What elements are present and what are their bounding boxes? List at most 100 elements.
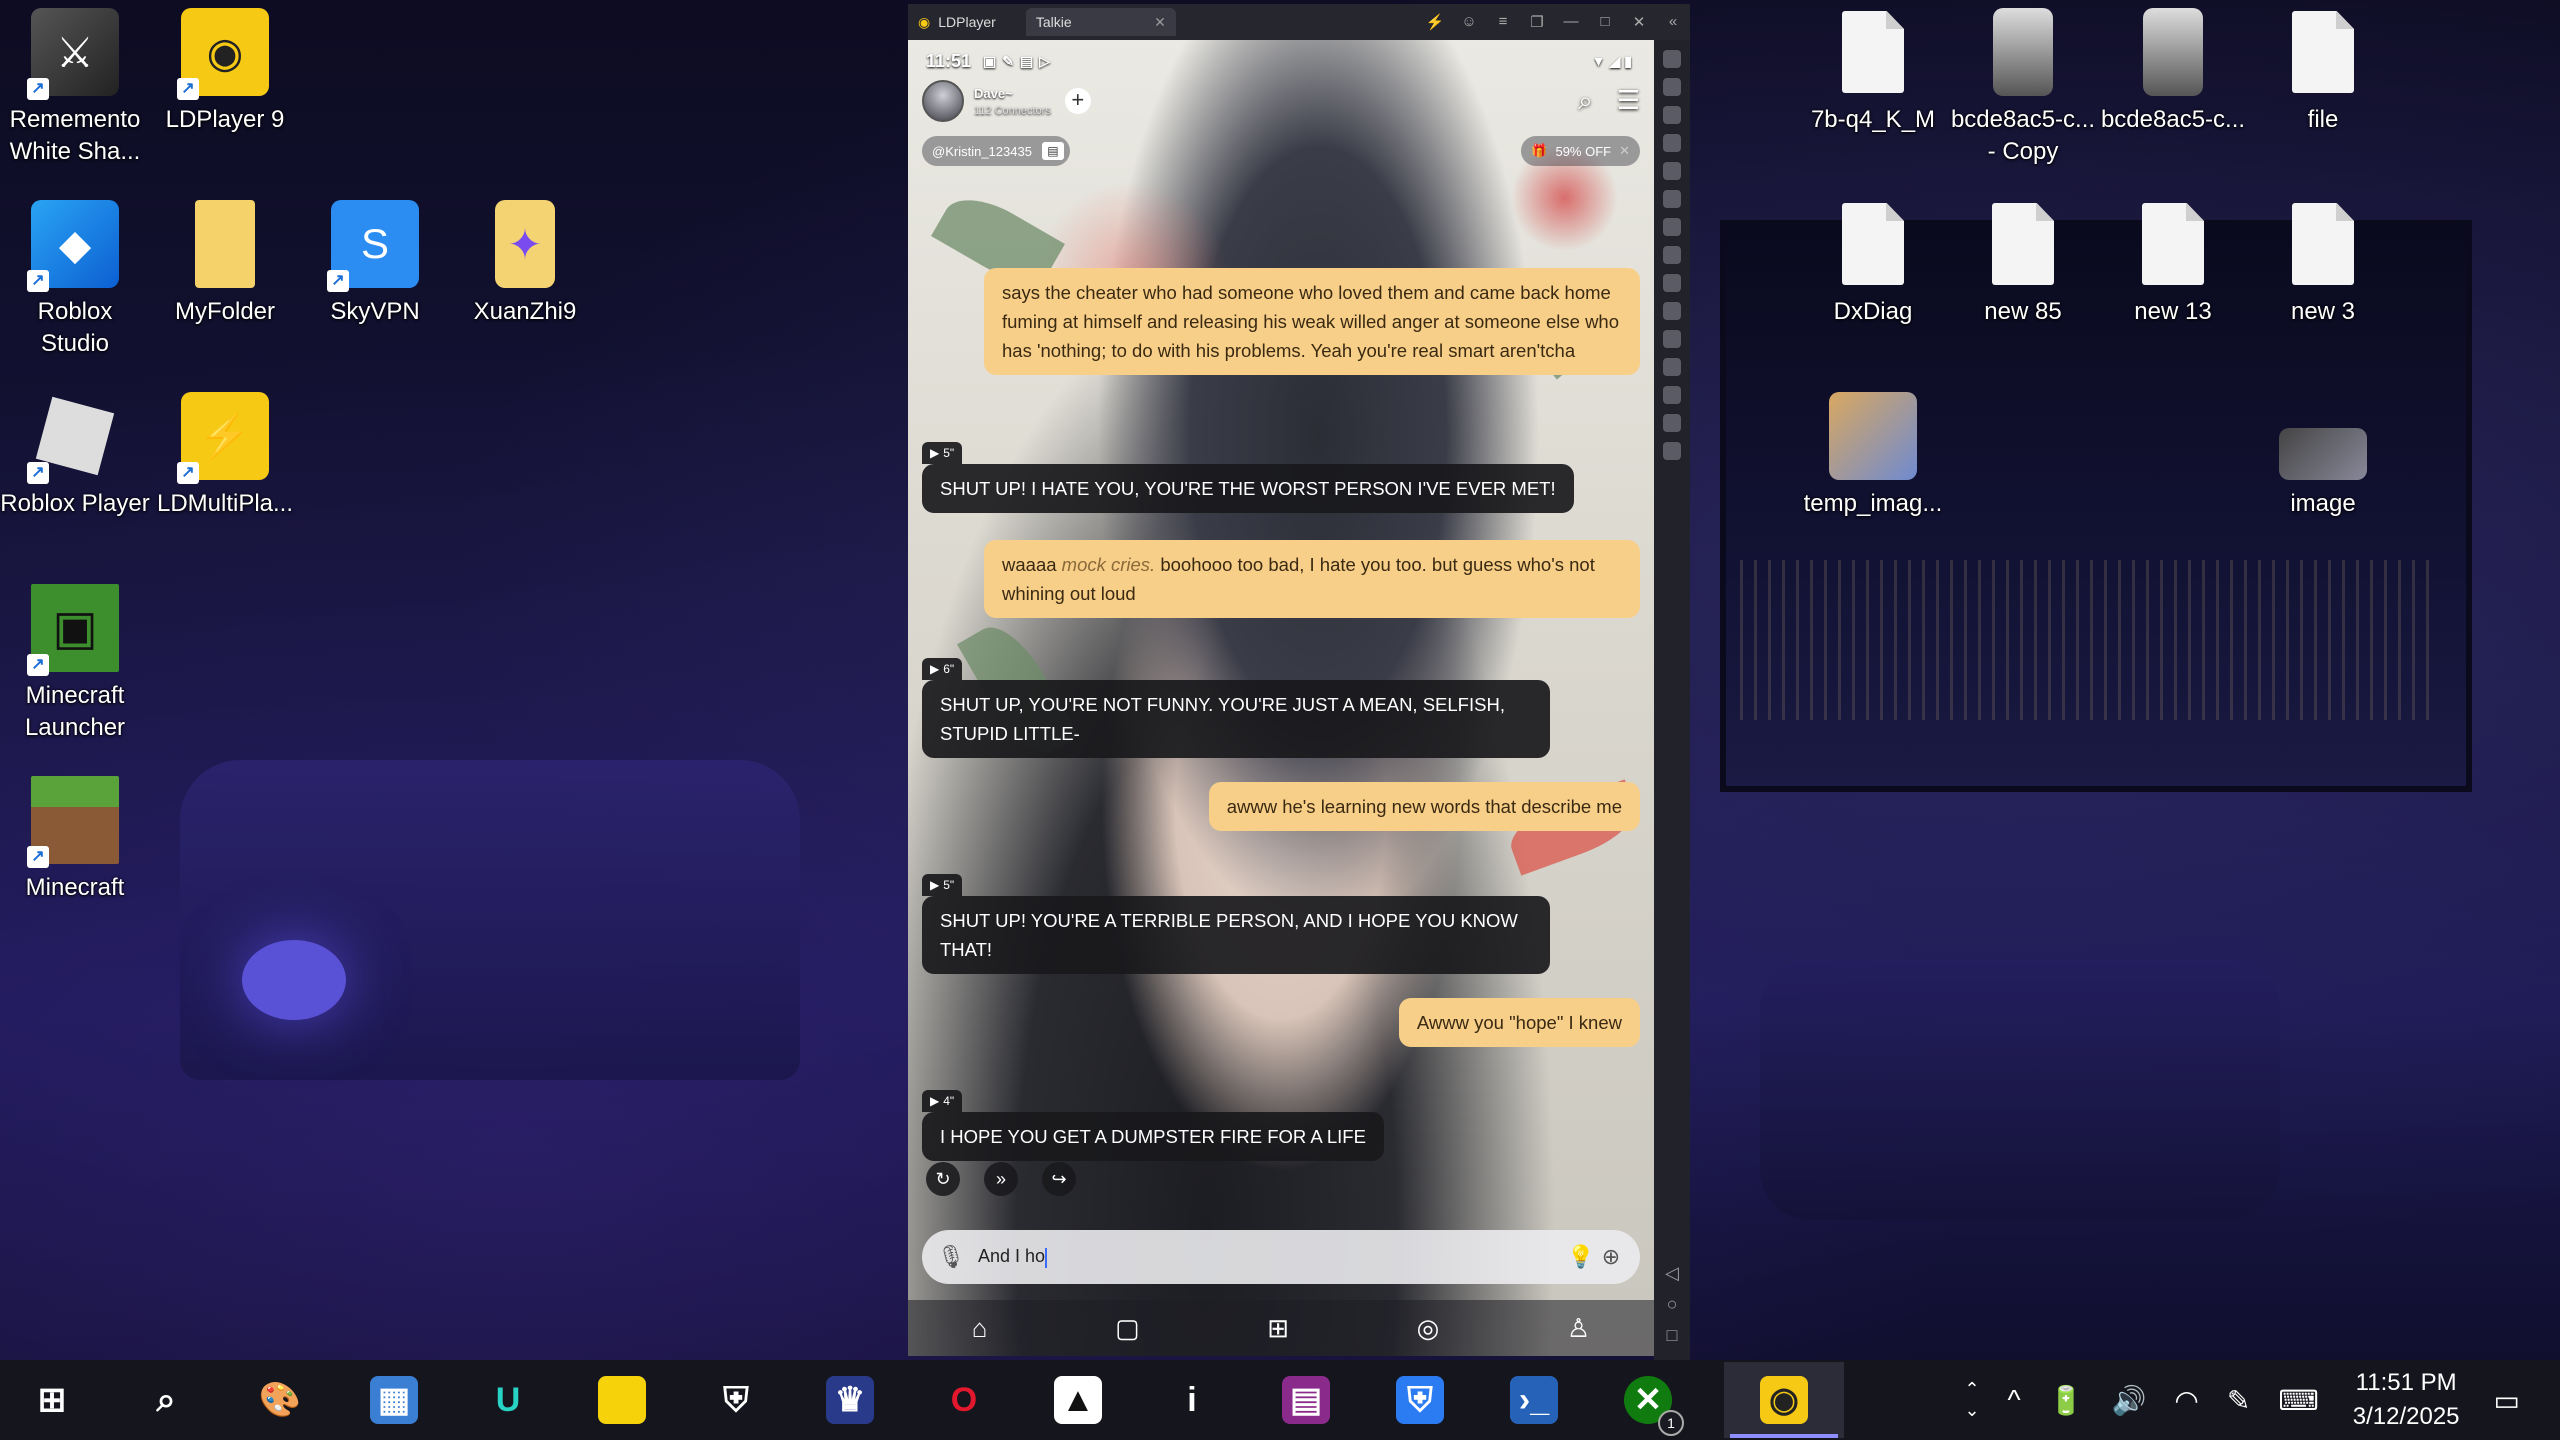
voice-play-button[interactable]: ▶ 5" bbox=[922, 442, 963, 464]
keyboard-icon[interactable] bbox=[1663, 78, 1681, 96]
wifi-icon[interactable]: ◠ bbox=[2174, 1384, 2198, 1417]
taskbar-winrar[interactable]: ▤ bbox=[1268, 1362, 1344, 1438]
taskbar-powershell[interactable]: ›_ bbox=[1496, 1362, 1572, 1438]
promo-badge[interactable]: 🎁 59% OFF ✕ bbox=[1521, 136, 1640, 166]
bot-message[interactable]: SHUT UP, YOU'RE NOT FUNNY. YOU'RE JUST A… bbox=[922, 680, 1550, 758]
emulator-titlebar[interactable]: ◉ LDPlayer Talkie ✕ ⚡ ☺ ≡ ❐ — □ ✕ « bbox=[908, 4, 1690, 40]
desktop-file-file[interactable]: file bbox=[2248, 8, 2398, 136]
restore-icon[interactable]: ❐ bbox=[1520, 13, 1554, 31]
desktop-icon-xuanzhi[interactable]: ✦ XuanZhi9 bbox=[450, 200, 600, 328]
desktop-icon-minecraft[interactable]: ↗ Minecraft bbox=[0, 776, 150, 904]
desktop-icon-ldmultiplayer[interactable]: ⚡ ↗ LDMultiPla... bbox=[150, 392, 300, 520]
taskbar-xbox[interactable]: ✕ 1 bbox=[1610, 1362, 1686, 1438]
desktop-file-bcde-copy[interactable]: bcde8ac5-c... - Copy bbox=[1948, 8, 2098, 168]
search-icon[interactable]: ⌕ bbox=[1578, 85, 1593, 117]
chat-card-icon[interactable]: ▤ bbox=[1041, 142, 1064, 160]
user-message[interactable]: awww he's learning new words that descri… bbox=[1208, 782, 1640, 831]
video-icon[interactable] bbox=[1663, 302, 1681, 320]
scissors-icon[interactable] bbox=[1663, 274, 1681, 292]
back-icon[interactable]: ◁ bbox=[1665, 1263, 1679, 1284]
nav-create-icon[interactable]: ⊞ bbox=[1267, 1313, 1289, 1344]
close-tab-icon[interactable]: ✕ bbox=[1154, 14, 1166, 31]
battery-icon[interactable]: 🔋 bbox=[2049, 1384, 2084, 1417]
nav-home-icon[interactable]: ⌂ bbox=[972, 1313, 988, 1344]
taskbar-paint[interactable]: 🎨 bbox=[242, 1362, 318, 1438]
install-apk-icon[interactable] bbox=[1663, 246, 1681, 264]
voice-play-button[interactable]: ▶ 4" bbox=[922, 1090, 963, 1112]
taskbar-opera[interactable]: O bbox=[926, 1362, 1002, 1438]
nav-chat-icon[interactable]: ▢ bbox=[1115, 1313, 1140, 1344]
recents-icon[interactable]: □ bbox=[1667, 1325, 1678, 1346]
more-icon[interactable] bbox=[1663, 442, 1681, 460]
regenerate-icon[interactable]: ↻ bbox=[926, 1162, 960, 1196]
maximize-icon[interactable]: □ bbox=[1588, 13, 1622, 31]
desktop-icon-myfolder[interactable]: MyFolder bbox=[150, 200, 300, 328]
message-input-bar[interactable]: 🎙 And I ho 💡 ⊕ bbox=[922, 1230, 1640, 1284]
desktop-file-image[interactable]: image bbox=[2248, 392, 2398, 520]
desktop-file-new85[interactable]: new 85 bbox=[1948, 200, 2098, 328]
tab-talkie[interactable]: Talkie ✕ bbox=[1025, 8, 1176, 36]
nav-profile-icon[interactable]: ♙ bbox=[1567, 1313, 1590, 1344]
user-message[interactable]: waaaa mock cries. boohooo too bad, I hat… bbox=[984, 540, 1640, 618]
pen-icon[interactable]: ✎ bbox=[2227, 1384, 2250, 1417]
hint-bulb-icon[interactable]: 💡 bbox=[1566, 1244, 1596, 1270]
start-button[interactable]: ⊞ bbox=[14, 1362, 90, 1438]
menu-icon[interactable]: ☰ bbox=[1617, 85, 1640, 117]
voice-play-button[interactable]: ▶ 6" bbox=[922, 658, 963, 680]
notifications-icon[interactable]: ▭ bbox=[2494, 1384, 2520, 1417]
close-promo-icon[interactable]: ✕ bbox=[1619, 143, 1630, 159]
taskbar-search[interactable]: ⌕ bbox=[128, 1362, 204, 1438]
operation-icon[interactable] bbox=[1663, 330, 1681, 348]
minimize-icon[interactable]: — bbox=[1554, 13, 1588, 31]
desktop-file-dxdiag[interactable]: DxDiag bbox=[1798, 200, 1948, 328]
volume-down-icon[interactable] bbox=[1663, 134, 1681, 152]
taskbar-inkscape[interactable]: ▲ bbox=[1040, 1362, 1116, 1438]
taskbar-security[interactable]: ⛨ bbox=[698, 1362, 774, 1438]
settings-icon[interactable] bbox=[1663, 50, 1681, 68]
menu-icon[interactable]: ≡ bbox=[1486, 13, 1520, 31]
user-message[interactable]: says the cheater who had someone who lov… bbox=[984, 268, 1640, 375]
follow-plus-button[interactable]: + bbox=[1064, 88, 1091, 114]
desktop-file-bcde[interactable]: bcde8ac5-c... bbox=[2098, 8, 2248, 136]
location-icon[interactable] bbox=[1663, 414, 1681, 432]
desktop-icon-roblox-studio[interactable]: ◆ ↗ Roblox Studio bbox=[0, 200, 150, 360]
taskbar-u-app[interactable]: U bbox=[470, 1362, 546, 1438]
voice-play-button[interactable]: ▶ 5" bbox=[922, 874, 963, 896]
desktop-icon-minecraft-launcher[interactable]: ▣ ↗ Minecraft Launcher bbox=[0, 584, 150, 744]
bot-message[interactable]: SHUT UP! YOU'RE A TERRIBLE PERSON, AND I… bbox=[922, 896, 1550, 974]
desktop-icon-roblox-player[interactable]: ↗ Roblox Player bbox=[0, 392, 150, 520]
message-input[interactable]: And I ho bbox=[978, 1246, 1566, 1268]
user-message[interactable]: Awww you "hope" I knew bbox=[1398, 998, 1640, 1047]
taskbar-control-panel[interactable]: ▦ bbox=[356, 1362, 432, 1438]
avatar[interactable] bbox=[922, 80, 964, 122]
character-info[interactable]: Dave~ 112 Connectors bbox=[974, 86, 1051, 117]
overflow-scroll-icon[interactable]: ⌃ ⌄ bbox=[1964, 1379, 1979, 1421]
multi-instance-icon[interactable] bbox=[1663, 218, 1681, 236]
bot-message[interactable]: SHUT UP! I HATE YOU, YOU'RE THE WORST PE… bbox=[922, 464, 1574, 513]
desktop-icon-rememento[interactable]: ⚔ ↗ Rememento White Sha... bbox=[0, 8, 150, 168]
taskbar-game[interactable]: ♛ bbox=[812, 1362, 888, 1438]
sync-icon[interactable] bbox=[1663, 358, 1681, 376]
desktop-file-7b-q4[interactable]: 7b-q4_K_M bbox=[1798, 8, 1948, 136]
desktop-icon-skyvpn[interactable]: S ↗ SkyVPN bbox=[300, 200, 450, 328]
shared-folder-icon[interactable] bbox=[1663, 386, 1681, 404]
nav-explore-icon[interactable]: ◎ bbox=[1417, 1313, 1440, 1344]
desktop-file-temp-image[interactable]: temp_imag... bbox=[1798, 392, 1948, 520]
show-hidden-icons-icon[interactable]: ^ bbox=[2008, 1384, 2021, 1416]
share-icon[interactable]: ↪ bbox=[1042, 1162, 1076, 1196]
close-icon[interactable]: ✕ bbox=[1622, 13, 1656, 31]
tab-ldplayer[interactable]: ◉ LDPlayer bbox=[908, 8, 1006, 36]
add-icon[interactable]: ⊕ bbox=[1596, 1244, 1626, 1270]
collapse-sidebar-icon[interactable]: « bbox=[1656, 13, 1690, 31]
desktop-file-new13[interactable]: new 13 bbox=[2098, 200, 2248, 328]
taskbar-sticky-notes[interactable] bbox=[584, 1362, 660, 1438]
taskbar-ldplayer[interactable]: ◉ bbox=[1724, 1362, 1844, 1438]
keyboard-icon[interactable]: ⌨ bbox=[2278, 1384, 2318, 1417]
taskbar-vpn[interactable]: ⛨ bbox=[1382, 1362, 1458, 1438]
clock[interactable]: 11:51 PM 3/12/2025 bbox=[2353, 1366, 2460, 1434]
desktop-icon-ldplayer[interactable]: ◉ ↗ LDPlayer 9 bbox=[150, 8, 300, 136]
volume-up-icon[interactable] bbox=[1663, 106, 1681, 124]
continue-icon[interactable]: » bbox=[984, 1162, 1018, 1196]
home-icon[interactable]: ○ bbox=[1667, 1294, 1678, 1315]
taskbar-ibispaint[interactable]: i bbox=[1154, 1362, 1230, 1438]
